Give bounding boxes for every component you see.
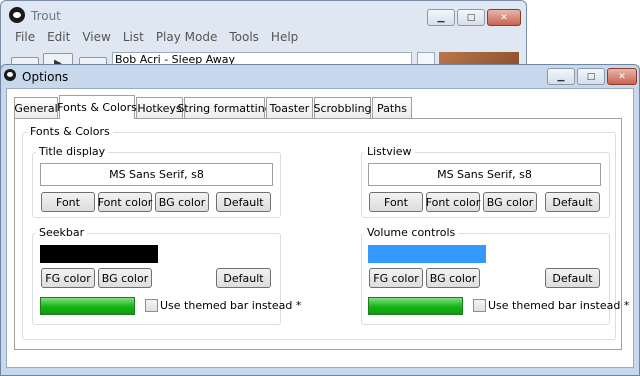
volume-fg-color-button[interactable]: FG color xyxy=(369,268,423,288)
tab-fonts-colors[interactable]: Fonts & Colors xyxy=(57,95,137,119)
options-window-icon xyxy=(4,69,16,81)
options-maximize-button[interactable]: □ xyxy=(577,68,605,85)
menu-play-mode[interactable]: Play Mode xyxy=(152,27,226,49)
tab-toaster[interactable]: Toaster xyxy=(266,97,313,118)
tab-paths[interactable]: Paths xyxy=(372,97,412,118)
title-font-button[interactable]: Font xyxy=(41,192,95,212)
menu-list[interactable]: List xyxy=(119,27,152,49)
volume-color-swatch xyxy=(368,245,486,263)
title-bg-color-button[interactable]: BG color xyxy=(155,192,209,212)
seekbar-themed-label: Use themed bar instead * xyxy=(160,299,302,312)
listview-label: Listview xyxy=(364,145,415,158)
seekbar-color-swatch xyxy=(40,245,158,263)
tab-general[interactable]: General xyxy=(14,97,58,118)
fonts-colors-group-label: Fonts & Colors xyxy=(27,125,113,138)
menu-edit[interactable]: Edit xyxy=(43,27,78,49)
maximize-icon: □ xyxy=(586,71,596,82)
menu-file[interactable]: File xyxy=(3,27,43,49)
seekbar-bg-color-button[interactable]: BG color xyxy=(98,268,152,288)
minimize-icon: ▁ xyxy=(437,12,445,23)
maximize-button[interactable]: □ xyxy=(457,9,485,26)
seekbar-label: Seekbar xyxy=(36,226,88,239)
volume-controls-label: Volume controls xyxy=(364,226,459,239)
tab-string-formatting[interactable]: String formatting xyxy=(177,97,272,118)
menu-help[interactable]: Help xyxy=(267,27,306,49)
tab-scrobbling[interactable]: Scrobbling xyxy=(313,97,372,118)
listview-bg-color-button[interactable]: BG color xyxy=(483,192,537,212)
options-close-button[interactable]: ✕ xyxy=(607,68,637,85)
main-window-title: Trout xyxy=(31,9,61,23)
seekbar-themed-preview xyxy=(40,297,135,315)
maximize-icon: □ xyxy=(466,12,476,23)
menu-tools[interactable]: Tools xyxy=(225,27,267,49)
minimize-button[interactable]: ▁ xyxy=(427,9,455,26)
volume-themed-label: Use themed bar instead * xyxy=(488,299,630,312)
options-window-title: Options xyxy=(22,70,69,84)
menu-bar: File Edit View List Play Mode Tools Help xyxy=(3,27,521,49)
title-display-label: Title display xyxy=(36,145,109,158)
volume-themed-preview xyxy=(368,297,463,315)
seekbar-default-button[interactable]: Default xyxy=(216,268,271,288)
volume-bg-color-button[interactable]: BG color xyxy=(426,268,480,288)
listview-font-color-button[interactable]: Font color xyxy=(426,192,480,212)
title-default-button[interactable]: Default xyxy=(216,192,271,212)
app-icon xyxy=(9,7,25,23)
volume-themed-checkbox[interactable] xyxy=(473,299,486,312)
options-minimize-button[interactable]: ▁ xyxy=(547,68,575,85)
seekbar-themed-checkbox[interactable] xyxy=(145,299,158,312)
menu-view[interactable]: View xyxy=(78,27,118,49)
tab-hotkeys[interactable]: Hotkeys xyxy=(136,97,183,118)
seekbar-fg-color-button[interactable]: FG color xyxy=(41,268,95,288)
volume-default-button[interactable]: Default xyxy=(545,268,600,288)
listview-font-preview: MS Sans Serif, s8 xyxy=(368,163,601,186)
title-font-color-button[interactable]: Font color xyxy=(98,192,152,212)
listview-font-button[interactable]: Font xyxy=(369,192,423,212)
close-icon: ✕ xyxy=(618,71,626,82)
close-icon: ✕ xyxy=(500,12,508,23)
close-button[interactable]: ✕ xyxy=(487,9,521,26)
listview-default-button[interactable]: Default xyxy=(545,192,600,212)
minimize-icon: ▁ xyxy=(557,71,565,82)
title-display-font-preview: MS Sans Serif, s8 xyxy=(40,163,273,186)
